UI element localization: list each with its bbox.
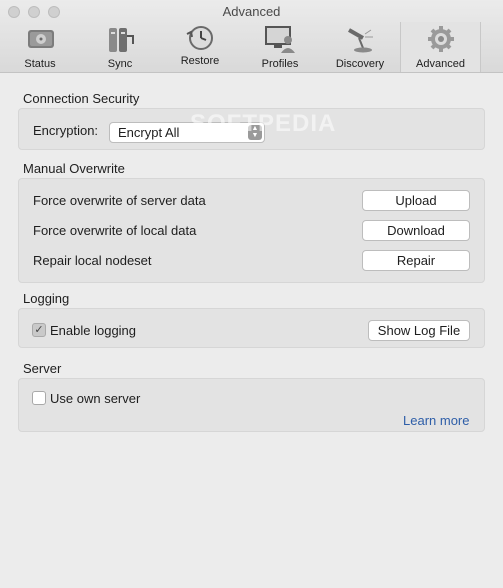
gear-icon xyxy=(427,26,454,52)
tab-advanced[interactable]: Advanced xyxy=(400,22,481,72)
repair-button[interactable]: Repair xyxy=(362,250,470,271)
tab-profiles-label: Profiles xyxy=(261,58,299,70)
repair-nodeset-label: Repair local nodeset xyxy=(33,253,152,268)
tab-discovery-label: Discovery xyxy=(335,58,385,70)
tab-sync-label: Sync xyxy=(107,58,133,70)
hard-drive-icon xyxy=(28,30,54,48)
connection-security-panel: Encryption: Encrypt All ▲ ▼ xyxy=(18,108,485,150)
connection-security-heading: Connection Security xyxy=(23,91,140,106)
tab-restore-label: Restore xyxy=(180,55,220,67)
tab-status-label: Status xyxy=(24,58,56,70)
profiles-icon xyxy=(265,26,295,53)
tab-sync[interactable]: Sync xyxy=(80,22,160,72)
chevron-updown-icon: ▲ ▼ xyxy=(248,125,262,140)
upload-button[interactable]: Upload xyxy=(362,190,470,211)
encryption-select[interactable]: Encrypt All ▲ ▼ xyxy=(109,122,265,143)
enable-logging-label: Enable logging xyxy=(50,323,137,338)
logging-heading: Logging xyxy=(23,291,70,306)
tab-status[interactable]: Status xyxy=(0,22,80,72)
encryption-label: Encryption: xyxy=(33,123,99,138)
logging-panel: ✓ Enable logging Show Log File xyxy=(18,308,485,348)
learn-more-link[interactable]: Learn more xyxy=(403,413,469,428)
use-own-server-label: Use own server xyxy=(50,391,141,406)
manual-overwrite-heading: Manual Overwrite xyxy=(23,161,125,176)
restore-clock-icon xyxy=(186,26,213,50)
sync-icon xyxy=(109,28,134,52)
tab-advanced-label: Advanced xyxy=(416,58,465,70)
preferences-window: Advanced Status Sync Restore Profiles Di… xyxy=(0,0,503,588)
tab-restore[interactable]: Restore xyxy=(160,22,240,72)
window-title: Advanced xyxy=(222,4,281,19)
show-log-file-button[interactable]: Show Log File xyxy=(368,320,470,341)
use-own-server-checkbox[interactable] xyxy=(32,391,46,405)
enable-logging-checkbox[interactable]: ✓ xyxy=(32,323,46,337)
server-heading: Server xyxy=(23,361,62,376)
toolbar: Advanced Status Sync Restore Profiles Di… xyxy=(0,0,503,73)
force-overwrite-server-label: Force overwrite of server data xyxy=(33,193,206,208)
tab-profiles[interactable]: Profiles xyxy=(240,22,320,72)
force-overwrite-local-label: Force overwrite of local data xyxy=(33,223,197,238)
encryption-select-value: Encrypt All xyxy=(118,125,180,140)
discovery-lamp-icon xyxy=(348,28,373,53)
manual-overwrite-panel: Force overwrite of server data Upload Fo… xyxy=(18,178,485,283)
download-button[interactable]: Download xyxy=(362,220,470,241)
server-panel: Use own server Learn more xyxy=(18,378,485,432)
tab-discovery[interactable]: Discovery xyxy=(320,22,400,72)
